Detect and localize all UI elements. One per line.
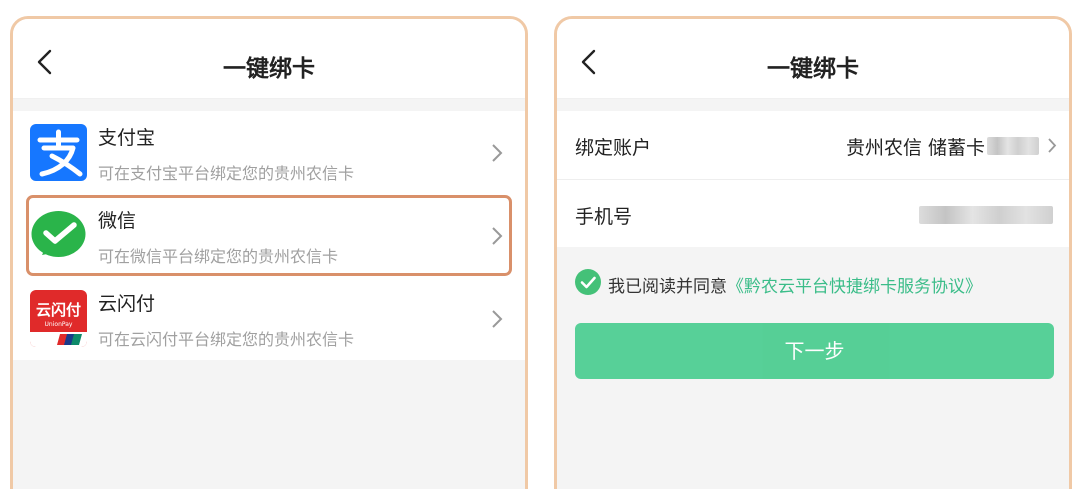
unionpay-logo-text: 云闪付 [36, 301, 81, 319]
list-item-unionpay[interactable]: 云闪付 UnionPay 云闪付 可在云闪付平台绑定您的贵州农信卡 [13, 277, 525, 360]
agreement-text: 我已阅读并同意《黔农云平台快捷绑卡服务协议》 [608, 272, 982, 297]
item-desc: 可在微信平台绑定您的贵州农信卡 [98, 247, 339, 266]
agreement-link[interactable]: 《黔农云平台快捷绑卡服务协议》 [727, 277, 982, 297]
page-title: 一键绑卡 [223, 56, 315, 82]
next-button[interactable]: 下一步 [575, 323, 1054, 379]
page-title: 一键绑卡 [767, 56, 859, 82]
item-name: 微信 [98, 210, 137, 232]
chevron-right-icon [1048, 138, 1057, 153]
item-desc: 可在云闪付平台绑定您的贵州农信卡 [98, 330, 355, 349]
account-value: 贵州农信 储蓄卡 [845, 137, 985, 159]
account-label: 绑定账户 [575, 137, 652, 159]
item-desc: 可在支付宝平台绑定您的贵州农信卡 [98, 164, 355, 183]
item-name: 云闪付 [98, 293, 156, 315]
list-item-wechat[interactable]: 微信 可在微信平台绑定您的贵州农信卡 [25, 194, 513, 277]
alipay-logo-icon [30, 124, 87, 181]
check-icon [580, 276, 596, 289]
phone-row[interactable]: 手机号 [557, 179, 1069, 247]
agreement-prefix: 我已阅读并同意 [608, 277, 727, 297]
wechat-logo-icon [30, 207, 87, 264]
chevron-right-icon [492, 144, 503, 162]
masked-card-number [987, 137, 1039, 155]
nav-bar: 一键绑卡 [13, 19, 525, 99]
masked-phone-number [919, 206, 1053, 224]
agree-checkbox[interactable] [575, 269, 601, 295]
left-screen: 一键绑卡 支付宝 可在支付宝平台绑定您的贵州农信卡 微信 可在微信平台绑定您的贵… [10, 16, 528, 489]
unionpay-logo-subtext: UnionPay [45, 321, 73, 328]
bind-form: 绑定账户 贵州农信 储蓄卡 手机号 [557, 111, 1069, 247]
list-item-alipay[interactable]: 支付宝 可在支付宝平台绑定您的贵州农信卡 [13, 111, 525, 194]
account-row[interactable]: 绑定账户 贵州农信 储蓄卡 [557, 111, 1069, 179]
nav-bar: 一键绑卡 [557, 19, 1069, 99]
bind-method-list: 支付宝 可在支付宝平台绑定您的贵州农信卡 微信 可在微信平台绑定您的贵州农信卡 [13, 111, 525, 360]
chevron-right-icon [492, 310, 503, 328]
phone-label: 手机号 [575, 206, 633, 228]
right-screen: 一键绑卡 绑定账户 贵州农信 储蓄卡 手机号 我已阅读并同意《黔农云平台快捷绑卡… [554, 16, 1072, 489]
item-name: 支付宝 [98, 127, 156, 149]
unionpay-logo-icon: 云闪付 UnionPay [30, 290, 87, 347]
chevron-right-icon [492, 227, 503, 245]
agreement-row: 我已阅读并同意《黔农云平台快捷绑卡服务协议》 [557, 247, 1069, 317]
